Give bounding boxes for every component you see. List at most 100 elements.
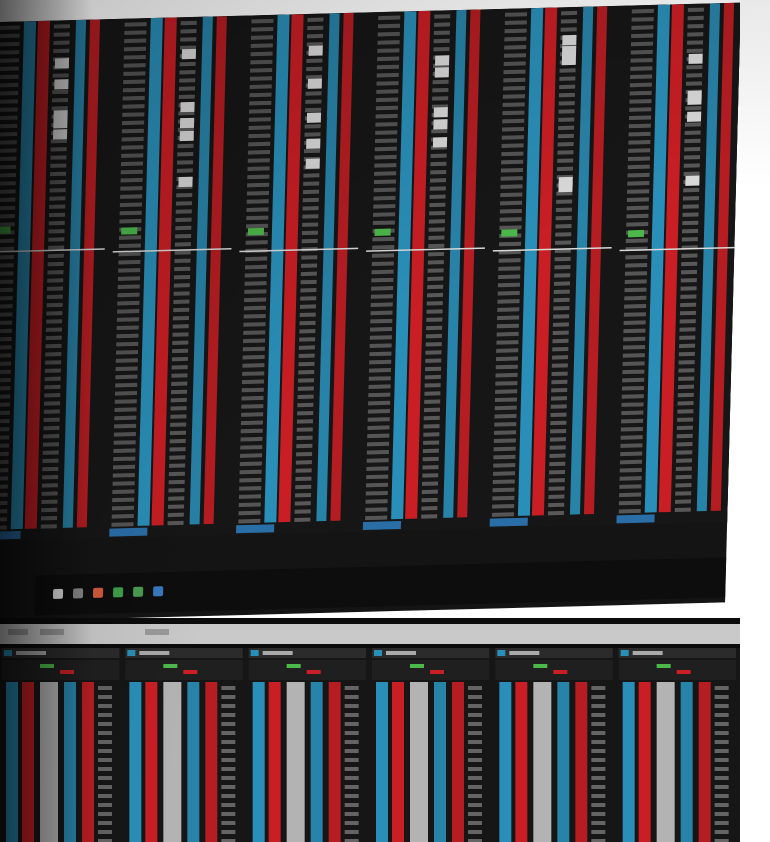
price-cell — [626, 197, 649, 203]
ladder-header-label — [386, 651, 416, 655]
price-cell — [714, 695, 729, 699]
price-cell — [371, 261, 394, 267]
price-cell — [246, 223, 269, 229]
price-cell — [618, 508, 641, 514]
price-cell — [0, 353, 12, 358]
volume-cell — [170, 414, 187, 419]
price-cell — [112, 464, 136, 470]
volume-cell — [295, 460, 312, 465]
price-cell — [121, 136, 144, 142]
price-cell — [620, 426, 643, 432]
price-cell — [0, 66, 19, 72]
last-price-marker — [374, 228, 391, 236]
volume-cell — [683, 171, 700, 176]
price-cell — [591, 740, 606, 744]
price-cell — [250, 35, 274, 40]
price-cell — [621, 385, 645, 391]
price-cell — [243, 313, 266, 319]
price-cell — [621, 418, 644, 424]
price-cell — [98, 704, 112, 708]
price-cell — [491, 512, 514, 517]
volume-cell — [53, 48, 70, 54]
price-cell — [374, 146, 397, 152]
price-cell — [623, 328, 646, 334]
volume-cell — [44, 368, 61, 373]
ask-column — [145, 682, 158, 842]
price-cell — [0, 189, 16, 194]
app-icon — [132, 586, 144, 597]
price-cell — [496, 348, 519, 353]
volume-cell — [433, 38, 450, 44]
price-cell — [251, 18, 274, 24]
price-cell — [628, 131, 651, 137]
price-cell — [375, 113, 398, 119]
price-cell — [240, 445, 263, 450]
volume-cell — [424, 391, 441, 396]
volume-cell — [49, 171, 67, 177]
volume-cell — [47, 270, 64, 275]
price-cell — [502, 94, 525, 99]
price-cell — [344, 776, 359, 780]
volume-cell — [430, 169, 447, 175]
price-cell — [344, 812, 359, 816]
price-cell — [118, 268, 141, 273]
price-cell — [376, 81, 399, 86]
price-cell — [628, 115, 652, 121]
price-cell — [250, 59, 273, 65]
price-cell — [501, 159, 524, 165]
volume-cell — [52, 89, 69, 95]
price-cell — [119, 218, 142, 224]
price-cell — [239, 486, 262, 491]
volume-cell — [680, 278, 697, 283]
price-cell — [620, 435, 643, 440]
price-cell — [0, 484, 8, 490]
volume-cell — [548, 486, 565, 491]
price-cell — [714, 704, 729, 708]
volume-cell — [686, 64, 703, 70]
price-cell — [114, 391, 138, 396]
price-cell — [98, 776, 112, 780]
price-cell — [627, 189, 650, 194]
menubar-item — [145, 629, 169, 635]
volume-cell — [425, 350, 442, 355]
price-cell — [120, 194, 143, 199]
volume-column — [286, 682, 305, 842]
volume-cell — [305, 107, 322, 113]
order-cell — [54, 58, 70, 69]
price-cell — [497, 290, 520, 296]
price-cell — [368, 368, 392, 373]
last-price-marker — [501, 229, 518, 237]
price-cell — [495, 372, 518, 378]
price-cell — [714, 794, 729, 798]
volume-cell — [306, 66, 323, 72]
volume-cell — [177, 143, 194, 149]
volume-cell — [682, 196, 700, 201]
price-cell — [368, 400, 391, 406]
price-cell — [468, 821, 482, 825]
volume-cell — [301, 255, 318, 260]
volume-cell — [428, 227, 445, 232]
price-cell — [468, 740, 482, 744]
volume-cell — [422, 456, 439, 462]
volume-cell — [173, 299, 190, 304]
volume-cell — [296, 443, 313, 449]
price-cell — [247, 182, 270, 188]
price-cell — [368, 392, 391, 398]
price-cell — [98, 785, 112, 789]
volume-cell — [685, 105, 702, 111]
price-cell — [375, 122, 398, 127]
volume-cell — [684, 138, 701, 144]
price-cell — [619, 459, 643, 465]
price-cell — [499, 225, 522, 230]
volume-cell — [47, 278, 64, 283]
price-cell — [221, 785, 236, 789]
volume-cell — [49, 188, 66, 193]
price-cell — [371, 277, 394, 283]
price-cell — [344, 686, 359, 690]
price-cell — [221, 740, 236, 744]
price-cell — [114, 415, 137, 421]
volume-cell — [296, 451, 313, 457]
order-cell — [435, 55, 450, 66]
price-cell — [626, 222, 649, 227]
volume-cell — [301, 238, 318, 244]
